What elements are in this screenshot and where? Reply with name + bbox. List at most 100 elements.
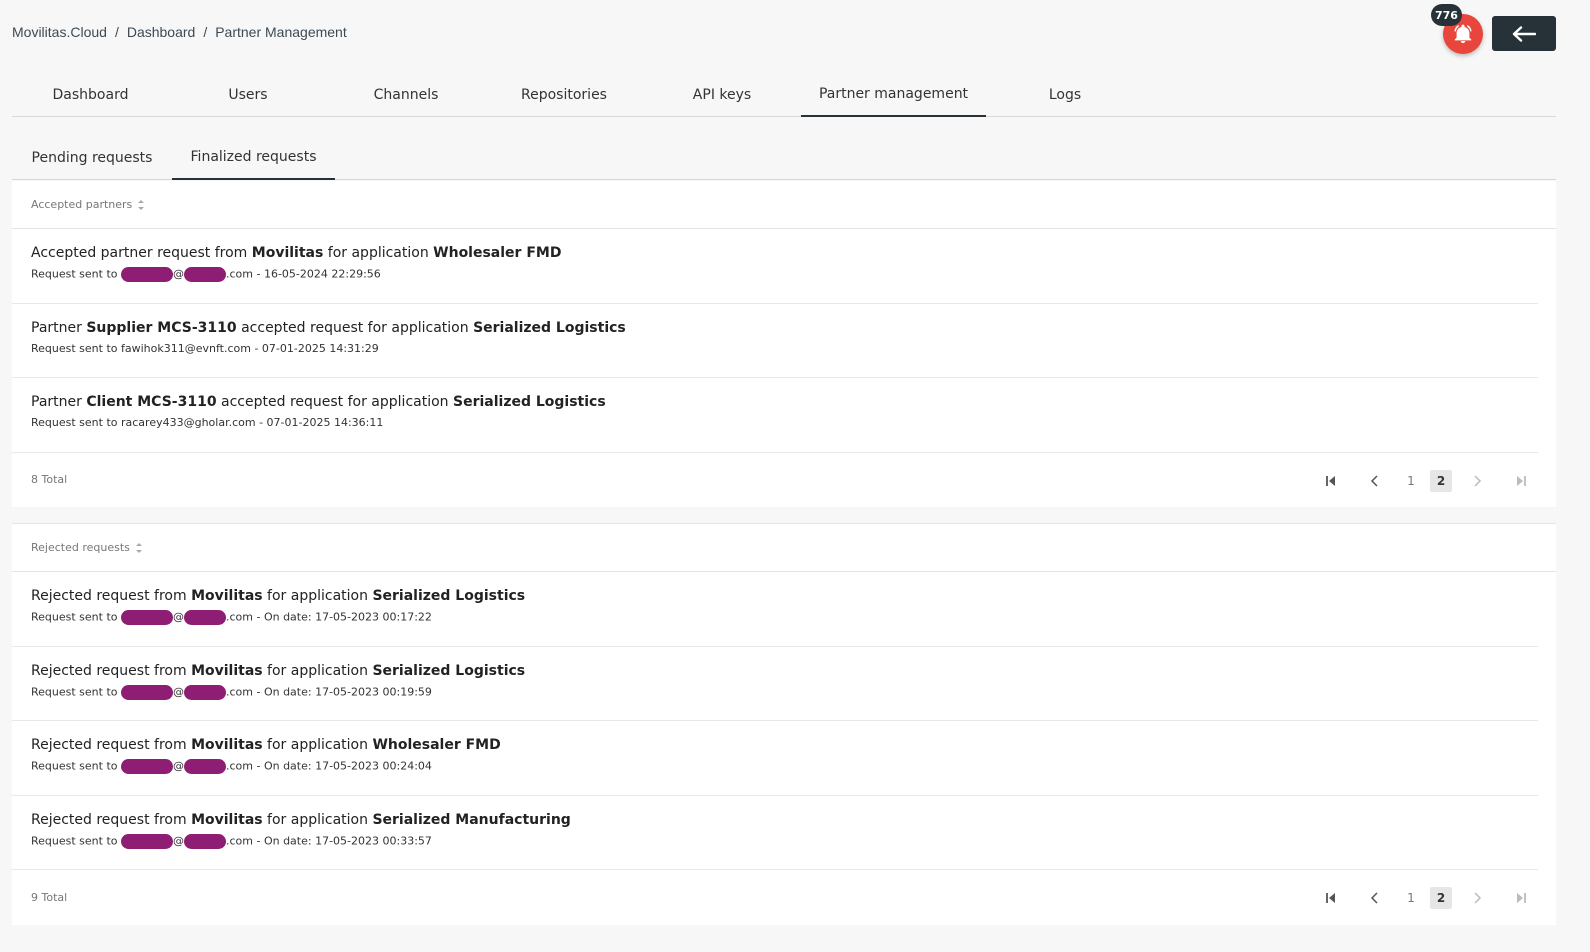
- request-details: Request sent to @ .com - On date: 17-05-2…: [31, 759, 1538, 774]
- last-page-icon[interactable]: [1510, 887, 1532, 909]
- sub-tabs: Pending requests Finalized requests: [12, 135, 1556, 180]
- request-timestamp: .com - On date: 17-05-2023 00:24:04: [226, 759, 432, 773]
- title-text: Partner: [31, 394, 87, 410]
- tab-pending-requests[interactable]: Pending requests: [12, 135, 172, 180]
- tab-finalized-requests[interactable]: Finalized requests: [172, 135, 335, 180]
- list-item: Rejected request from Movilitas for appl…: [12, 796, 1538, 870]
- request-details: Request sent to racarey433@gholar.com - …: [31, 416, 1538, 429]
- request-details: Request sent to @ .com - On date: 17-05-2…: [31, 833, 1538, 849]
- request-details: Request sent to @ .com - On date: 17-05-2…: [31, 610, 1538, 625]
- email-at-sign: @: [173, 685, 184, 698]
- redacted-email-local: [121, 833, 173, 849]
- request-timestamp: - 07-01-2025 14:36:11: [255, 416, 384, 429]
- request-timestamp: .com - 16-05-2024 22:29:56: [226, 267, 381, 281]
- tab-logs[interactable]: Logs: [986, 72, 1144, 117]
- title-text: accepted request for application: [236, 319, 474, 336]
- partner-name: Movilitas: [191, 737, 263, 753]
- first-page-icon[interactable]: [1320, 470, 1342, 492]
- sort-icon[interactable]: [135, 542, 142, 553]
- partner-name: Movilitas: [251, 245, 324, 261]
- rejected-requests-header[interactable]: Rejected requests: [12, 524, 1556, 572]
- breadcrumb-item-current: Partner Management: [215, 24, 347, 40]
- request-title: Rejected request from Movilitas for appl…: [31, 663, 1538, 679]
- request-title: Accepted partner request from Movilitas …: [31, 245, 1538, 261]
- email-at-sign: @: [173, 759, 184, 773]
- page-number-1[interactable]: 1: [1400, 887, 1422, 909]
- arrow-left-icon: [1512, 25, 1536, 42]
- application-name: Serialized Logistics: [453, 394, 606, 410]
- request-email: racarey433@gholar.com: [121, 416, 256, 429]
- application-name: Wholesaler FMD: [372, 737, 501, 753]
- tab-channels[interactable]: Channels: [327, 72, 485, 117]
- breadcrumb-item-home[interactable]: Movilitas.Cloud: [12, 24, 107, 40]
- partner-name: Client MCS-3110: [86, 394, 217, 410]
- redacted-email-local: [121, 759, 173, 774]
- request-title: Partner Supplier MCS-3110 accepted reque…: [31, 320, 1538, 336]
- chevron-left-icon[interactable]: [1364, 887, 1386, 909]
- tab-repositories[interactable]: Repositories: [485, 72, 643, 117]
- page-number-2[interactable]: 2: [1430, 469, 1452, 492]
- redacted-email-local: [121, 610, 173, 625]
- title-text: for application: [323, 245, 434, 261]
- application-name: Wholesaler FMD: [433, 245, 562, 261]
- rejected-requests-list: Rejected request from Movilitas for appl…: [12, 572, 1556, 870]
- partner-name: Movilitas: [191, 588, 263, 604]
- tab-partner-management[interactable]: Partner management: [801, 72, 986, 117]
- request-title: Rejected request from Movilitas for appl…: [31, 737, 1538, 753]
- chevron-right-icon[interactable]: [1466, 887, 1488, 909]
- chevron-right-icon[interactable]: [1466, 470, 1488, 492]
- title-text: Rejected request from: [31, 737, 192, 753]
- accepted-partners-header[interactable]: Accepted partners: [12, 181, 1556, 229]
- tab-api-keys[interactable]: API keys: [643, 72, 801, 117]
- application-name: Serialized Manufacturing: [372, 811, 571, 828]
- accepted-pager: 1 2: [1320, 469, 1532, 492]
- page-number-2[interactable]: 2: [1430, 887, 1452, 909]
- request-timestamp: .com - On date: 17-05-2023 00:17:22: [226, 610, 432, 624]
- request-title: Rejected request from Movilitas for appl…: [31, 588, 1538, 604]
- partner-name: Movilitas: [191, 811, 263, 828]
- rejected-requests-panel: Rejected requests Rejected request from …: [12, 523, 1556, 925]
- bell-icon: [1454, 24, 1472, 44]
- last-page-icon[interactable]: [1510, 470, 1532, 492]
- sort-icon[interactable]: [138, 199, 145, 210]
- accepted-partners-title: Accepted partners: [31, 198, 133, 211]
- title-text: for application: [262, 737, 373, 753]
- accepted-total: 8 Total: [31, 473, 68, 486]
- request-details: Request sent to @ .com - 16-05-2024 22:29…: [31, 267, 1538, 282]
- first-page-icon[interactable]: [1320, 887, 1342, 909]
- tab-users[interactable]: Users: [169, 72, 327, 117]
- page-number-1[interactable]: 1: [1400, 470, 1422, 492]
- tab-dashboard[interactable]: Dashboard: [12, 72, 169, 117]
- request-sent-label: Request sent to: [31, 685, 121, 698]
- accepted-partners-list: Accepted partner request from Movilitas …: [12, 229, 1556, 453]
- request-timestamp: .com - On date: 17-05-2023 00:19:59: [226, 685, 432, 698]
- request-email: fawihok311@evnft.com: [121, 341, 251, 355]
- list-item: Accepted partner request from Movilitas …: [12, 229, 1538, 304]
- list-item: Partner Supplier MCS-3110 accepted reque…: [12, 304, 1538, 378]
- request-sent-label: Request sent to: [31, 834, 121, 847]
- request-timestamp: .com - On date: 17-05-2023 00:33:57: [226, 834, 432, 847]
- title-text: for application: [262, 588, 373, 604]
- breadcrumb: Movilitas.Cloud / Dashboard / Partner Manage…: [12, 24, 347, 40]
- title-text: for application: [262, 662, 373, 679]
- breadcrumb-item-dashboard[interactable]: Dashboard: [127, 24, 196, 40]
- partner-name: Movilitas: [191, 662, 263, 679]
- request-title: Partner Client MCS-3110 accepted request…: [31, 394, 1538, 410]
- email-at-sign: @: [173, 267, 184, 281]
- list-item: Partner Client MCS-3110 accepted request…: [12, 378, 1538, 453]
- redacted-email-local: [121, 267, 173, 282]
- request-sent-label: Request sent to: [31, 267, 121, 281]
- request-sent-label: Request sent to: [31, 416, 121, 429]
- title-text: Rejected request from: [31, 811, 192, 828]
- request-sent-label: Request sent to: [31, 610, 121, 624]
- chevron-left-icon[interactable]: [1364, 470, 1386, 492]
- redacted-email-domain: [184, 610, 226, 625]
- request-details: Request sent to @ .com - On date: 17-05-2…: [31, 684, 1538, 700]
- title-text: Accepted partner request from: [31, 245, 252, 261]
- title-text: Rejected request from: [31, 662, 192, 679]
- accepted-partners-panel: Accepted partners Accepted partner reque…: [12, 181, 1556, 507]
- rejected-total: 9 Total: [31, 890, 68, 904]
- application-name: Serialized Logistics: [372, 588, 526, 604]
- back-button[interactable]: [1492, 16, 1556, 51]
- list-item: Rejected request from Movilitas for appl…: [12, 647, 1538, 721]
